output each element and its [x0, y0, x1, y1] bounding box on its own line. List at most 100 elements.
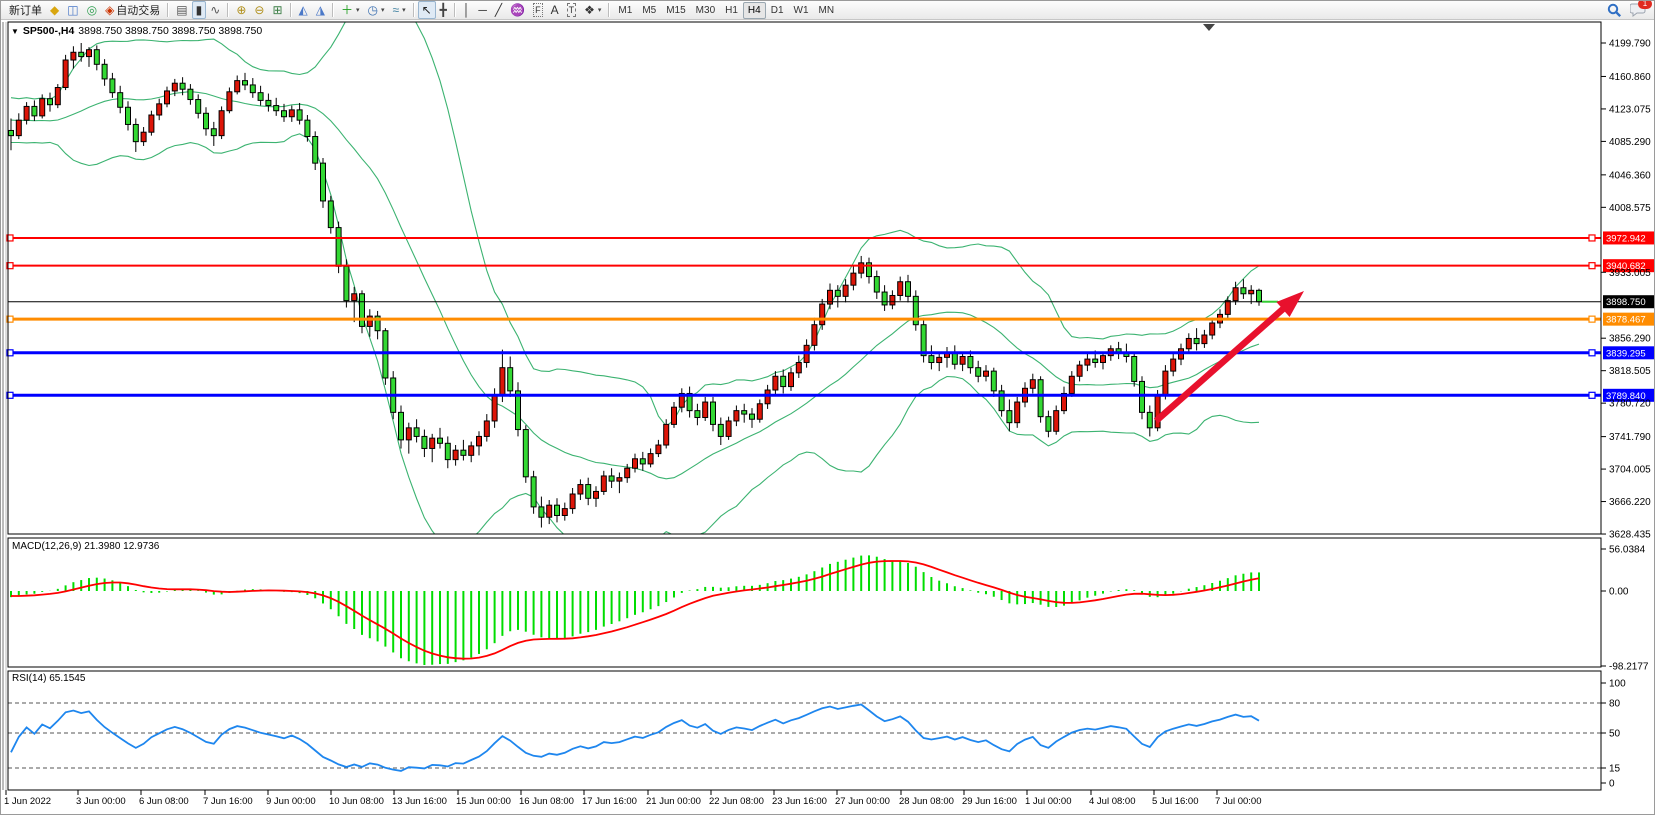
crosshair-glyph: ╋: [440, 4, 447, 16]
add-indicator-icon[interactable]: ＋▾: [337, 1, 364, 19]
market-signal-glyph: ◎: [87, 4, 97, 16]
notifications-icon[interactable]: 1: [1630, 3, 1646, 17]
macd-indicator-label: MACD(12,26,9) 21.3980 12.9736: [12, 541, 159, 552]
svg-text:9 Jun 00:00: 9 Jun 00:00: [266, 796, 316, 807]
svg-text:6 Jun 08:00: 6 Jun 08:00: [139, 796, 189, 807]
svg-text:27 Jun 00:00: 27 Jun 00:00: [835, 796, 890, 807]
timeframe-h4-button[interactable]: H4: [743, 2, 766, 19]
svg-text:28 Jun 08:00: 28 Jun 08:00: [899, 796, 954, 807]
trend-line-glyph: ╱: [495, 4, 502, 16]
separator: [227, 3, 229, 17]
svg-text:3780.720: 3780.720: [1609, 399, 1651, 410]
bar-chart-icon[interactable]: ▤: [172, 1, 191, 19]
chart-title-bar: ▼ SP500-,H4 3898.750 3898.750 3898.750 3…: [11, 25, 262, 37]
candlestick-chart-icon[interactable]: ▮: [192, 1, 207, 19]
svg-text:3878.467: 3878.467: [1606, 315, 1646, 326]
svg-text:3856.290: 3856.290: [1609, 334, 1651, 345]
svg-text:29 Jun 16:00: 29 Jun 16:00: [962, 796, 1017, 807]
separator: [332, 3, 334, 17]
cursor-glyph: ↖: [422, 4, 432, 16]
timeframe-m5-button[interactable]: M5: [637, 2, 661, 19]
separator: [608, 3, 610, 17]
zoom-out-icon[interactable]: ⊖: [250, 1, 268, 19]
svg-text:4160.860: 4160.860: [1609, 72, 1651, 83]
text-label-icon[interactable]: T: [563, 1, 581, 19]
svg-text:4085.290: 4085.290: [1609, 137, 1651, 148]
timeframe-m30-button[interactable]: M30: [691, 2, 720, 19]
funnel-icon[interactable]: ◆: [46, 1, 63, 19]
svg-text:15: 15: [1609, 764, 1621, 775]
separator: [454, 3, 456, 17]
auto-scroll-icon[interactable]: ◭: [295, 1, 312, 19]
svg-text:0.00: 0.00: [1609, 587, 1629, 598]
fibonacci-icon[interactable]: ♒: [506, 1, 529, 19]
chart-windows-glyph: ◫: [67, 4, 78, 16]
svg-text:4 Jul 08:00: 4 Jul 08:00: [1089, 796, 1135, 807]
templates-icon[interactable]: ≈▾: [389, 1, 410, 19]
chart-canvas[interactable]: 3972.9423940.6823898.7503878.4673839.295…: [1, 1, 1655, 815]
chart-shift-glyph: ◮: [316, 4, 325, 16]
chart-shift-icon[interactable]: ◮: [312, 1, 329, 19]
toolbar-groups: 新订单◆◫◎◈自动交易▤▮∿⊕⊖⊞◭◮＋▾◷▾≈▾↖╋│─╱♒FAT❖▾: [5, 1, 605, 19]
line-chart-glyph: ∿: [210, 4, 220, 16]
tile-windows-icon[interactable]: ⊞: [268, 1, 286, 19]
svg-text:3704.005: 3704.005: [1609, 465, 1651, 476]
zoom-in-glyph: ⊕: [236, 4, 246, 16]
svg-text:4008.575: 4008.575: [1609, 203, 1651, 214]
add-indicator-glyph: ＋: [341, 4, 353, 16]
symbol-dropdown-icon[interactable]: ▼: [11, 27, 19, 36]
grid-icon[interactable]: F: [529, 1, 547, 19]
zoom-in-icon[interactable]: ⊕: [232, 1, 250, 19]
separator: [167, 3, 169, 17]
crosshair-icon[interactable]: ╋: [436, 1, 451, 19]
separator: [413, 3, 415, 17]
text-icon[interactable]: A: [547, 1, 563, 19]
auto-trading-icon[interactable]: ◈自动交易: [101, 1, 164, 19]
svg-text:1 Jul 00:00: 1 Jul 00:00: [1025, 796, 1071, 807]
chevron-down-icon: ▾: [381, 6, 385, 14]
shapes-glyph: ❖: [584, 4, 595, 16]
svg-text:3839.295: 3839.295: [1606, 348, 1646, 359]
timeframe-m1-button[interactable]: M1: [613, 2, 637, 19]
new-order-button[interactable]: 新订单: [5, 1, 46, 19]
rsi-indicator-label: RSI(14) 65.1545: [12, 673, 85, 684]
notification-badge: 1: [1638, 0, 1652, 9]
periods-glyph: ◷: [368, 4, 378, 16]
svg-text:22 Jun 08:00: 22 Jun 08:00: [709, 796, 764, 807]
text-glyph: A: [551, 4, 559, 16]
templates-glyph: ≈: [393, 4, 400, 16]
timeframe-m15-button[interactable]: M15: [661, 2, 690, 19]
svg-text:3 Jun 00:00: 3 Jun 00:00: [76, 796, 126, 807]
chart-symbol-period: SP500-,H4: [23, 25, 74, 37]
svg-text:5 Jul 16:00: 5 Jul 16:00: [1152, 796, 1198, 807]
mt4-window: 新订单◆◫◎◈自动交易▤▮∿⊕⊖⊞◭◮＋▾◷▾≈▾↖╋│─╱♒FAT❖▾ M1M…: [0, 0, 1655, 815]
svg-text:1 Jun 2022: 1 Jun 2022: [4, 796, 51, 807]
svg-text:4123.075: 4123.075: [1609, 104, 1651, 115]
cursor-icon[interactable]: ↖: [418, 1, 436, 19]
svg-text:3898.750: 3898.750: [1606, 297, 1646, 308]
chevron-down-icon: ▾: [402, 6, 406, 14]
fibonacci-glyph: ♒: [510, 4, 525, 16]
line-chart-icon[interactable]: ∿: [206, 1, 224, 19]
vertical-line-icon[interactable]: │: [459, 1, 475, 19]
svg-text:3628.435: 3628.435: [1609, 530, 1651, 541]
separator: [290, 3, 292, 17]
svg-text:17 Jun 16:00: 17 Jun 16:00: [582, 796, 637, 807]
timeframe-d1-button[interactable]: D1: [766, 2, 789, 19]
horizontal-line-icon[interactable]: ─: [474, 1, 491, 19]
timeframe-mn-button[interactable]: MN: [814, 2, 840, 19]
periods-icon[interactable]: ◷▾: [364, 1, 389, 19]
timeframe-h1-button[interactable]: H1: [720, 2, 743, 19]
market-signal-icon[interactable]: ◎: [83, 1, 101, 19]
chart-windows-icon[interactable]: ◫: [63, 1, 82, 19]
funnel-glyph: ◆: [50, 4, 59, 16]
timeframe-w1-button[interactable]: W1: [789, 2, 814, 19]
svg-text:3741.790: 3741.790: [1609, 432, 1651, 443]
shapes-icon[interactable]: ❖▾: [580, 1, 605, 19]
svg-text:80: 80: [1609, 699, 1621, 710]
svg-text:13 Jun 16:00: 13 Jun 16:00: [392, 796, 447, 807]
svg-text:56.0384: 56.0384: [1609, 545, 1646, 556]
auto-scroll-glyph: ◭: [299, 4, 308, 16]
search-icon[interactable]: [1607, 3, 1622, 18]
trend-line-icon[interactable]: ╱: [491, 1, 506, 19]
